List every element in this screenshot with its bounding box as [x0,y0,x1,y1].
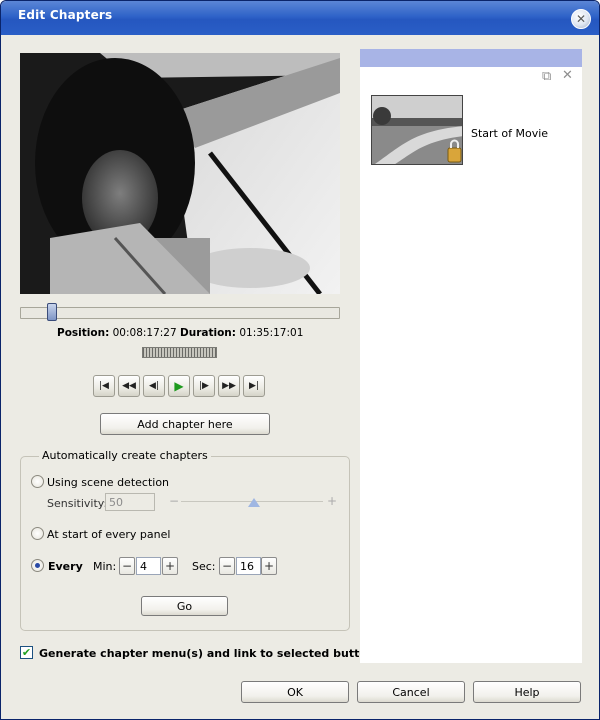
sec-label: Sec: [192,560,216,573]
copy-chapter-icon[interactable]: ⧉ [542,69,551,84]
position-value: 00:08:17:27 [112,327,177,339]
video-preview [20,53,340,294]
minus-icon: − [121,559,133,573]
min-field[interactable]: 4 [136,557,161,575]
close-icon: ✕ [575,12,587,26]
sec-field[interactable]: 16 [236,557,261,575]
generate-menu-checkbox[interactable]: ✔ [20,646,33,659]
step-forward-icon: |▶ [199,381,209,391]
chapter-list-header [360,49,582,67]
fast-forward-icon: ▶▶ [222,381,236,391]
sensitivity-label: Sensitivity: [47,497,108,510]
minus-icon: − [221,559,233,573]
ok-button[interactable]: OK [241,681,349,703]
rewind-button[interactable]: ◀◀ [118,375,140,397]
sensitivity-decrease-icon: − [169,494,180,508]
sensitivity-field: 50 [105,493,155,511]
position-slider-track[interactable] [20,307,340,319]
min-decrease-button[interactable]: − [119,557,135,575]
close-button[interactable]: ✕ [571,9,591,29]
edit-chapters-dialog: Edit Chapters ✕ Position: 00:08:17:27 Du… [0,0,600,720]
duration-label: Duration: [180,327,236,339]
help-button[interactable]: Help [473,681,581,703]
dialog-title: Edit Chapters [18,8,113,22]
lock-icon [447,147,448,148]
sensitivity-slider-thumb [248,498,260,507]
cancel-button[interactable]: Cancel [357,681,465,703]
every-panel-label: At start of every panel [47,528,171,541]
play-icon: ▶ [174,379,184,393]
sensitivity-increase-icon: + [327,494,338,508]
every-panel-radio[interactable] [31,527,44,540]
chapter-thumbnail-image [372,96,462,164]
play-button[interactable]: ▶ [168,375,190,397]
delete-chapter-icon[interactable]: ✕ [562,68,573,83]
chapter-label-start-of-movie: Start of Movie [471,127,549,140]
rewind-icon: ◀◀ [122,381,136,391]
transport-controls: |◀ ◀◀ ◀| ▶ |▶ ▶▶ ▶| [93,375,265,397]
duration-value: 01:35:17:01 [239,327,304,339]
step-back-icon: ◀| [149,381,159,391]
step-back-button[interactable]: ◀| [143,375,165,397]
scene-detection-radio[interactable] [31,475,44,488]
fast-forward-button[interactable]: ▶▶ [218,375,240,397]
checkmark-icon: ✔ [21,646,32,659]
add-chapter-button[interactable]: Add chapter here [100,413,270,435]
go-to-end-button[interactable]: ▶| [243,375,265,397]
jog-shuttle-control[interactable] [142,347,217,358]
go-to-start-button[interactable]: |◀ [93,375,115,397]
auto-create-legend: Automatically create chapters [39,449,211,462]
sec-increase-button[interactable]: + [261,557,277,575]
scene-detection-label: Using scene detection [47,476,170,489]
every-interval-radio[interactable] [31,559,44,572]
plus-icon: + [263,559,275,573]
generate-menu-label: Generate chapter menu(s) and link to sel… [39,647,375,660]
min-increase-button[interactable]: + [162,557,178,575]
go-to-end-icon: ▶| [249,381,259,391]
timecode-readout: Position: 00:08:17:27 Duration: 01:35:17… [57,327,303,339]
plus-icon: + [164,559,176,573]
min-label: Min: [93,560,117,573]
every-label: Every [48,560,83,573]
chapter-thumbnail[interactable] [371,95,463,165]
position-label: Position: [57,327,110,339]
sec-decrease-button[interactable]: − [219,557,235,575]
video-frame-image [20,53,340,294]
position-slider-thumb[interactable] [47,303,57,321]
title-bar: Edit Chapters ✕ [1,1,599,35]
go-to-start-icon: |◀ [99,381,109,391]
go-button[interactable]: Go [141,596,228,616]
step-forward-button[interactable]: |▶ [193,375,215,397]
